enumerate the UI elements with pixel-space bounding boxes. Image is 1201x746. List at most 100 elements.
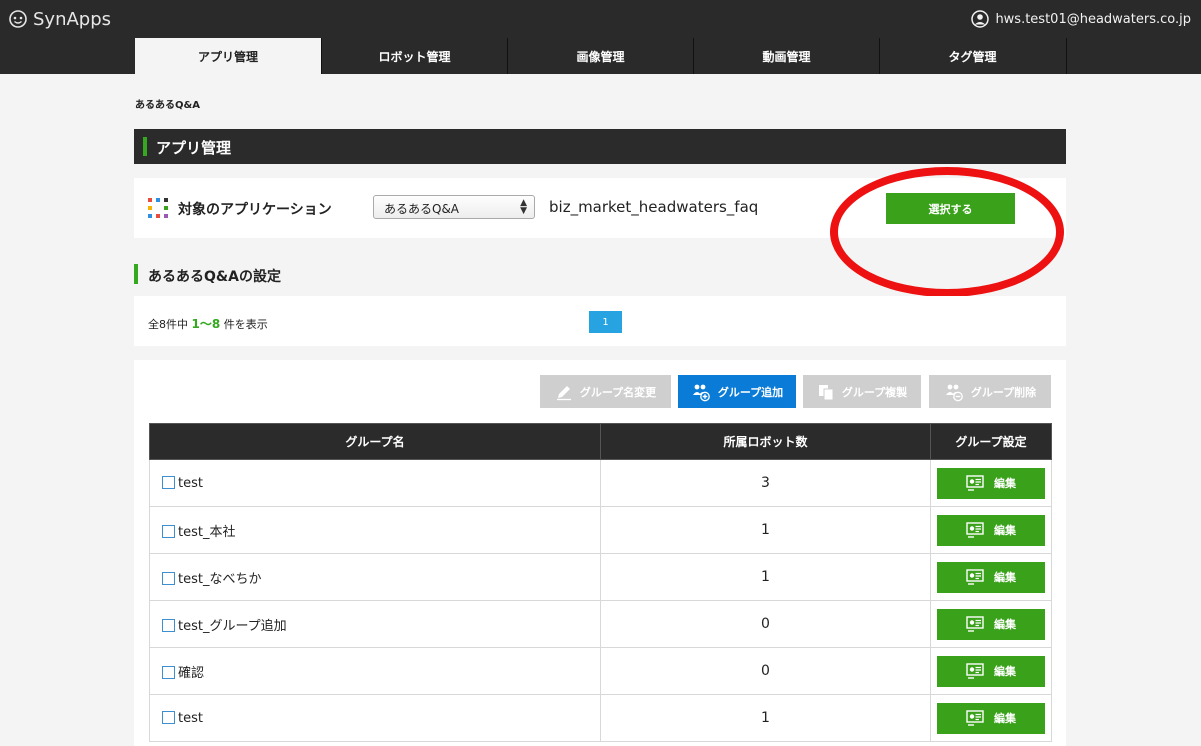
tab-robot-management[interactable]: ロボット管理: [321, 38, 507, 74]
group-name-cell: test: [149, 694, 601, 742]
tab-tag-management[interactable]: タグ管理: [879, 38, 1065, 74]
edit-label: 編集: [994, 618, 1016, 631]
table-row: test_グループ追加 0 編集: [149, 600, 1052, 648]
group-name: test_本社: [178, 524, 236, 540]
row-checkbox[interactable]: [162, 524, 175, 538]
column-header-group-settings: グループ設定: [930, 423, 1052, 460]
delete-group-icon: [945, 384, 963, 401]
app-select-value: あるあるQ&A: [384, 202, 460, 216]
add-group-icon: [692, 384, 710, 401]
table-row: test 3 編集: [149, 459, 1052, 507]
robot-count: 0: [600, 647, 931, 695]
group-name: 確認: [178, 665, 205, 681]
edit-icon: [966, 475, 984, 491]
result-count: 全8件中 1〜8 件を表示: [148, 315, 268, 332]
edit-icon: [966, 710, 984, 726]
delete-group-button[interactable]: グループ削除: [929, 375, 1051, 408]
page-button-1[interactable]: 1: [589, 311, 622, 333]
section-accent-bar: [143, 137, 147, 156]
edit-icon: [966, 616, 984, 632]
group-name: test: [178, 475, 203, 491]
edit-icon: [966, 663, 984, 679]
robot-count: 1: [600, 506, 931, 554]
app-select[interactable]: あるあるQ&A ▲ ▼: [373, 195, 535, 219]
group-name: test: [178, 710, 203, 726]
group-settings-cell: 編集: [930, 694, 1052, 742]
edit-group-button[interactable]: 編集: [937, 514, 1045, 546]
settings-title: あるあるQ&Aの設定: [148, 269, 281, 285]
row-checkbox[interactable]: [162, 618, 175, 632]
row-checkbox[interactable]: [162, 475, 175, 489]
rename-group-button[interactable]: グループ名変更: [540, 375, 671, 408]
result-count-suffix: 件を表示: [223, 318, 268, 331]
add-group-button[interactable]: グループ追加: [678, 375, 796, 408]
group-panel: グループ名変更 グループ追加 グループ複製 グループ削除 グループ名 所属ロボッ…: [134, 360, 1066, 746]
pagination-panel: 全8件中 1〜8 件を表示 1: [134, 296, 1066, 346]
target-app-label: 対象のアプリケーション: [178, 202, 332, 218]
section-header: アプリ管理: [134, 129, 1066, 164]
table-row: test_なべちか 1 編集: [149, 553, 1052, 601]
main-nav: アプリ管理 ロボット管理 画像管理 動画管理 タグ管理: [0, 38, 1201, 74]
app-grid-icon: [148, 198, 168, 218]
group-name-cell: test_グループ追加: [149, 600, 601, 648]
row-checkbox[interactable]: [162, 571, 175, 585]
group-name-cell: test_なべちか: [149, 553, 601, 601]
tab-app-management[interactable]: アプリ管理: [135, 38, 321, 74]
tab-image-management[interactable]: 画像管理: [507, 38, 693, 74]
edit-label: 編集: [994, 712, 1016, 725]
group-settings-cell: 編集: [930, 459, 1052, 507]
row-checkbox[interactable]: [162, 665, 175, 679]
group-name: test_グループ追加: [178, 618, 287, 634]
copy-group-button[interactable]: グループ複製: [803, 375, 921, 408]
row-checkbox[interactable]: [162, 710, 175, 724]
edit-label: 編集: [994, 477, 1016, 490]
edit-group-button[interactable]: 編集: [937, 608, 1045, 640]
group-settings-cell: 編集: [930, 647, 1052, 695]
edit-group-button[interactable]: 編集: [937, 467, 1045, 499]
edit-label: 編集: [994, 665, 1016, 678]
table-header-row: グループ名 所属ロボット数 グループ設定: [149, 423, 1052, 460]
user-email: hws.test01@headwaters.co.jp: [995, 11, 1191, 27]
table-row: test_本社 1 編集: [149, 506, 1052, 554]
user-icon: [971, 10, 990, 28]
synapps-logo[interactable]: SynApps: [8, 8, 111, 30]
edit-group-button[interactable]: 編集: [937, 702, 1045, 734]
tab-video-management[interactable]: 動画管理: [693, 38, 879, 74]
rename-group-label: グループ名変更: [579, 385, 657, 399]
column-header-robot-count: 所属ロボット数: [600, 423, 931, 460]
copy-icon: [818, 384, 834, 400]
top-bar: SynApps hws.test01@headwaters.co.jp: [0, 0, 1201, 38]
highlight-circle: [830, 167, 1064, 297]
edit-group-button[interactable]: 編集: [937, 561, 1045, 593]
edit-label: 編集: [994, 524, 1016, 537]
synapps-logo-icon: [9, 10, 27, 28]
group-name-cell: 確認: [149, 647, 601, 695]
brand-name: SynApps: [33, 8, 112, 30]
column-header-group-name: グループ名: [149, 423, 601, 460]
table-row: 確認 0 編集: [149, 647, 1052, 695]
robot-count: 0: [600, 600, 931, 648]
result-count-range: 1〜8: [191, 317, 221, 331]
group-name-cell: test: [149, 459, 601, 507]
pencil-icon: [556, 385, 571, 400]
result-count-prefix: 全8件中: [148, 318, 188, 331]
edit-label: 編集: [994, 571, 1016, 584]
breadcrumb[interactable]: あるあるQ&A: [135, 96, 200, 111]
robot-count: 1: [600, 553, 931, 601]
group-table: グループ名 所属ロボット数 グループ設定 test 3 編集 test_本社 1: [149, 423, 1052, 742]
settings-accent-bar: [134, 264, 138, 284]
group-settings-cell: 編集: [930, 506, 1052, 554]
delete-group-label: グループ削除: [970, 385, 1037, 399]
table-row: test 1 編集: [149, 694, 1052, 742]
user-menu[interactable]: hws.test01@headwaters.co.jp: [971, 9, 1191, 29]
robot-count: 3: [600, 459, 931, 507]
edit-group-button[interactable]: 編集: [937, 655, 1045, 687]
group-settings-cell: 編集: [930, 553, 1052, 601]
robot-count: 1: [600, 694, 931, 742]
edit-icon: [966, 569, 984, 585]
nav-divider: [1066, 38, 1067, 74]
group-name-cell: test_本社: [149, 506, 601, 554]
app-id: biz_market_headwaters_faq: [549, 198, 759, 216]
add-group-label: グループ追加: [717, 385, 784, 399]
edit-icon: [966, 522, 984, 538]
